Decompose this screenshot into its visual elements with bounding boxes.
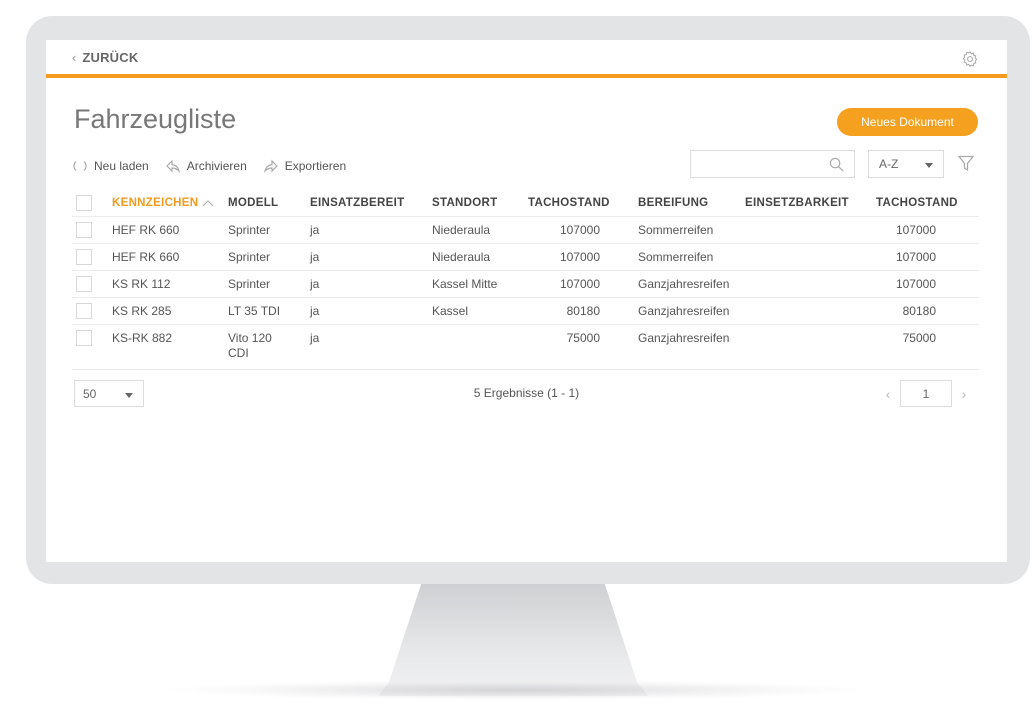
- monitor-base-shadow: [170, 680, 860, 700]
- column-header-modell[interactable]: MODELL: [228, 197, 310, 209]
- share-arrow-icon: [263, 159, 278, 173]
- vehicle-table: KENNZEICHEN MODELL EINSATZBEREIT STANDOR…: [72, 190, 979, 370]
- app-screen: ‹ ZURÜCK Fahrzeugliste Neues Dokument Ne…: [46, 40, 1007, 562]
- archive-label: Archivieren: [186, 159, 247, 173]
- cell-tachostand-2: 75000: [902, 331, 936, 345]
- filter-icon[interactable]: [958, 155, 974, 172]
- cell-tachostand-2: 80180: [902, 304, 936, 318]
- prev-page-button[interactable]: ‹: [880, 386, 896, 402]
- sort-select-value: A-Z: [879, 157, 899, 171]
- reply-arrow-icon: [165, 159, 180, 173]
- export-button[interactable]: Exportieren: [263, 158, 346, 174]
- new-document-button[interactable]: Neues Dokument: [837, 108, 978, 136]
- cell-bereifung: Sommerreifen: [638, 223, 714, 237]
- cell-standort: Niederaula: [432, 250, 491, 264]
- cell-einsatzbereit: ja: [310, 304, 320, 318]
- cell-standort: Kassel Mitte: [432, 277, 498, 291]
- table-row[interactable]: KS RK 285 LT 35 TDI ja Kassel 80180 Ganz…: [72, 298, 979, 325]
- reload-label: Neu laden: [94, 159, 149, 173]
- cell-tachostand-2: 107000: [895, 277, 936, 291]
- cell-tachostand: 107000: [559, 223, 600, 237]
- search-input[interactable]: [691, 151, 821, 177]
- cell-kennzeichen: KS RK 285: [112, 304, 172, 318]
- row-checkbox[interactable]: [76, 303, 92, 319]
- table-row[interactable]: HEF RK 660 Sprinter ja Niederaula 107000…: [72, 244, 979, 271]
- cell-bereifung: Ganzjahresreifen: [638, 304, 730, 318]
- cell-modell: LT 35 TDI: [228, 304, 281, 318]
- page-number-input[interactable]: [900, 380, 952, 407]
- back-button-label: ZURÜCK: [82, 49, 139, 65]
- cell-modell: Sprinter: [228, 277, 271, 291]
- cell-modell-line-2: CDI: [228, 346, 249, 360]
- chevron-left-icon: ‹: [72, 49, 77, 65]
- cell-standort: Kassel: [432, 304, 469, 318]
- cell-tachostand-2: 107000: [895, 223, 936, 237]
- cell-einsatzbereit: ja: [310, 277, 320, 291]
- cell-einsatzbereit: ja: [310, 223, 320, 237]
- cell-tachostand: 107000: [559, 250, 600, 264]
- column-header-einsetzbarkeit[interactable]: EINSETZBARKEIT: [745, 197, 876, 209]
- row-checkbox[interactable]: [76, 276, 92, 292]
- caret-down-icon: [925, 163, 933, 168]
- cell-tachostand: 107000: [559, 277, 600, 291]
- column-header-standort[interactable]: STANDORT: [432, 197, 528, 209]
- search-box: [690, 150, 855, 178]
- row-checkbox[interactable]: [76, 330, 92, 346]
- page-title: Fahrzeugliste: [74, 104, 237, 134]
- reload-button[interactable]: Neu laden: [72, 158, 149, 174]
- top-bar: ‹ ZURÜCK: [46, 40, 1007, 78]
- column-header-bereifung[interactable]: BEREIFUNG: [638, 197, 745, 209]
- cell-tachostand: 75000: [566, 331, 600, 345]
- back-button[interactable]: ‹ ZURÜCK: [72, 50, 138, 65]
- cell-bereifung: Sommerreifen: [638, 250, 714, 264]
- pagination: ‹ ›: [880, 380, 972, 407]
- table-row[interactable]: HEF RK 660 Sprinter ja Niederaula 107000…: [72, 217, 979, 244]
- column-header-label: KENNZEICHEN: [112, 197, 199, 209]
- row-checkbox[interactable]: [76, 249, 92, 265]
- cell-modell: Sprinter: [228, 223, 271, 237]
- archive-button[interactable]: Archivieren: [165, 158, 247, 174]
- column-header-kennzeichen[interactable]: KENNZEICHEN: [112, 197, 228, 209]
- column-header-tachostand-2[interactable]: TACHOSTAND: [876, 197, 966, 209]
- cell-modell-line-1: Vito 120: [228, 331, 272, 345]
- row-checkbox[interactable]: [76, 222, 92, 238]
- cell-standort: Niederaula: [432, 223, 491, 237]
- action-toolbar: Neu laden Archivieren Exportieren: [72, 156, 362, 176]
- next-page-button[interactable]: ›: [956, 386, 972, 402]
- column-header-tachostand[interactable]: TACHOSTAND: [528, 197, 638, 209]
- gear-icon[interactable]: [961, 50, 979, 68]
- select-all-checkbox[interactable]: [76, 195, 92, 211]
- search-icon[interactable]: [829, 157, 844, 172]
- sort-select[interactable]: A-Z: [868, 150, 944, 178]
- cell-kennzeichen: KS RK 112: [112, 277, 171, 291]
- cell-modell: Sprinter: [228, 250, 271, 264]
- table-header-row: KENNZEICHEN MODELL EINSATZBEREIT STANDOR…: [72, 190, 979, 217]
- cell-tachostand: 80180: [566, 304, 600, 318]
- cell-tachostand-2: 107000: [895, 250, 936, 264]
- column-header-einsatzbereit[interactable]: EINSATZBEREIT: [310, 197, 432, 209]
- cell-bereifung: Ganzjahresreifen: [638, 331, 730, 345]
- table-row[interactable]: KS-RK 882 Vito 120 CDI ja 75000 Ganzjahr…: [72, 325, 979, 370]
- cell-modell: Vito 120 CDI: [228, 331, 310, 361]
- cell-einsatzbereit: ja: [310, 250, 320, 264]
- cell-kennzeichen: HEF RK 660: [112, 250, 180, 264]
- cell-kennzeichen: KS-RK 882: [112, 331, 173, 345]
- results-count: 5 Ergebnisse (1 - 1): [473, 386, 580, 400]
- table-row[interactable]: KS RK 112 Sprinter ja Kassel Mitte 10700…: [72, 271, 979, 298]
- cell-bereifung: Ganzjahresreifen: [638, 277, 730, 291]
- export-label: Exportieren: [284, 159, 347, 173]
- reload-icon: [73, 161, 87, 171]
- sort-ascending-icon: [202, 200, 214, 207]
- cell-einsatzbereit: ja: [310, 331, 320, 345]
- cell-kennzeichen: HEF RK 660: [112, 223, 180, 237]
